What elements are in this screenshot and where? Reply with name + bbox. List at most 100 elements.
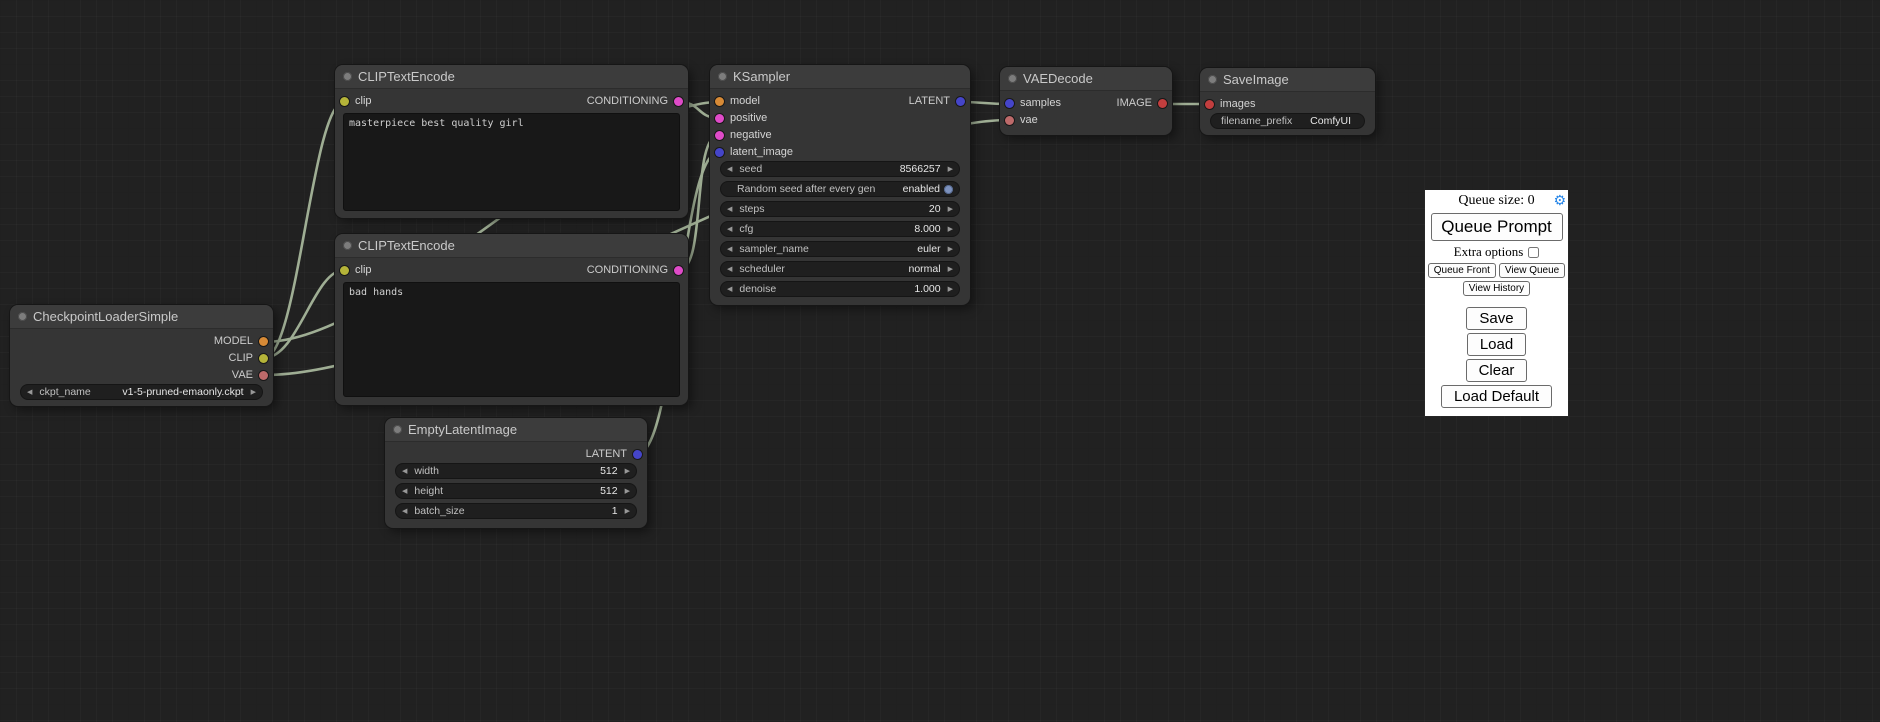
- collapse-dot-icon[interactable]: [718, 72, 727, 81]
- node-title-bar[interactable]: CLIPTextEncode: [335, 234, 688, 258]
- port-label: clip: [355, 262, 372, 279]
- view-queue-button[interactable]: View Queue: [1499, 263, 1565, 278]
- output-port-clip[interactable]: [259, 354, 268, 363]
- port-label: LATENT: [909, 93, 950, 110]
- widget-seed[interactable]: ◀ seed 8566257 ▶: [720, 161, 960, 177]
- output-port-vae[interactable]: [259, 371, 268, 380]
- graph-canvas[interactable]: CheckpointLoaderSimple MODEL CLIP VAE ◀ …: [0, 0, 1880, 722]
- node-vae-decode[interactable]: VAEDecode samples IMAGE vae: [1000, 67, 1172, 135]
- widget-height[interactable]: ◀ height 512 ▶: [395, 483, 637, 499]
- menu-panel: Queue size: 0 ⚙ Queue Prompt Extra optio…: [1425, 190, 1568, 416]
- widget-value: 1.000: [914, 283, 940, 295]
- input-port-samples[interactable]: [1005, 99, 1014, 108]
- widget-scheduler[interactable]: ◀ scheduler normal ▶: [720, 261, 960, 277]
- node-title: VAEDecode: [1023, 71, 1093, 86]
- node-clip-text-encode-negative[interactable]: CLIPTextEncode clip CONDITIONING bad han…: [335, 234, 688, 405]
- increment-arrow-icon[interactable]: ▶: [948, 245, 953, 253]
- input-port-clip[interactable]: [340, 97, 349, 106]
- widget-ckpt-name[interactable]: ◀ ckpt_name v1-5-pruned-emaonly.ckpt ▶: [20, 384, 263, 400]
- decrement-arrow-icon[interactable]: ◀: [27, 388, 32, 396]
- decrement-arrow-icon[interactable]: ◀: [727, 265, 732, 273]
- node-title-bar[interactable]: SaveImage: [1200, 68, 1375, 92]
- toggle-dot-icon[interactable]: [944, 185, 953, 194]
- node-clip-text-encode-positive[interactable]: CLIPTextEncode clip CONDITIONING masterp…: [335, 65, 688, 218]
- node-empty-latent-image[interactable]: EmptyLatentImage LATENT ◀ width 512 ▶ ◀ …: [385, 418, 647, 528]
- queue-front-button[interactable]: Queue Front: [1428, 263, 1496, 278]
- collapse-dot-icon[interactable]: [1008, 74, 1017, 83]
- input-port-positive[interactable]: [715, 114, 724, 123]
- prompt-textarea[interactable]: bad hands: [343, 282, 680, 397]
- increment-arrow-icon[interactable]: ▶: [948, 285, 953, 293]
- decrement-arrow-icon[interactable]: ◀: [727, 165, 732, 173]
- increment-arrow-icon[interactable]: ▶: [948, 265, 953, 273]
- output-port-conditioning[interactable]: [674, 97, 683, 106]
- collapse-dot-icon[interactable]: [1208, 75, 1217, 84]
- node-title-bar[interactable]: KSampler: [710, 65, 970, 89]
- increment-arrow-icon[interactable]: ▶: [948, 165, 953, 173]
- load-button[interactable]: Load: [1467, 333, 1526, 356]
- node-save-image[interactable]: SaveImage images filename_prefix ComfyUI: [1200, 68, 1375, 135]
- input-port-images[interactable]: [1205, 100, 1214, 109]
- collapse-dot-icon[interactable]: [343, 72, 352, 81]
- input-port-clip[interactable]: [340, 266, 349, 275]
- view-history-button[interactable]: View History: [1463, 281, 1530, 296]
- increment-arrow-icon[interactable]: ▶: [625, 487, 630, 495]
- output-port-model[interactable]: [259, 337, 268, 346]
- output-port-conditioning[interactable]: [674, 266, 683, 275]
- increment-arrow-icon[interactable]: ▶: [251, 388, 256, 396]
- output-port-latent[interactable]: [956, 97, 965, 106]
- node-title: EmptyLatentImage: [408, 422, 517, 437]
- node-ksampler[interactable]: KSampler model LATENT positive negative …: [710, 65, 970, 305]
- input-port-vae[interactable]: [1005, 116, 1014, 125]
- port-label: IMAGE: [1117, 95, 1152, 112]
- output-port-latent[interactable]: [633, 450, 642, 459]
- widget-sampler-name[interactable]: ◀ sampler_name euler ▶: [720, 241, 960, 257]
- node-checkpoint-loader-simple[interactable]: CheckpointLoaderSimple MODEL CLIP VAE ◀ …: [10, 305, 273, 406]
- input-port-model[interactable]: [715, 97, 724, 106]
- queue-size-label: Queue size: 0: [1458, 193, 1534, 208]
- node-title: SaveImage: [1223, 72, 1289, 87]
- load-default-button[interactable]: Load Default: [1441, 385, 1552, 408]
- output-port-image[interactable]: [1158, 99, 1167, 108]
- node-title-bar[interactable]: CheckpointLoaderSimple: [10, 305, 273, 329]
- decrement-arrow-icon[interactable]: ◀: [727, 285, 732, 293]
- save-button[interactable]: Save: [1466, 307, 1526, 330]
- widget-value: enabled: [903, 183, 940, 195]
- widget-filename-prefix[interactable]: filename_prefix ComfyUI: [1210, 113, 1365, 129]
- widget-label: height: [414, 485, 443, 497]
- extra-options-checkbox[interactable]: [1528, 247, 1539, 258]
- collapse-dot-icon[interactable]: [18, 312, 27, 321]
- node-title: CLIPTextEncode: [358, 69, 455, 84]
- decrement-arrow-icon[interactable]: ◀: [727, 205, 732, 213]
- decrement-arrow-icon[interactable]: ◀: [402, 487, 407, 495]
- collapse-dot-icon[interactable]: [393, 425, 402, 434]
- gear-icon[interactable]: ⚙: [1553, 192, 1566, 210]
- input-port-negative[interactable]: [715, 131, 724, 140]
- node-title-bar[interactable]: VAEDecode: [1000, 67, 1172, 91]
- widget-steps[interactable]: ◀ steps 20 ▶: [720, 201, 960, 217]
- input-port-latent-image[interactable]: [715, 148, 724, 157]
- node-title-bar[interactable]: EmptyLatentImage: [385, 418, 647, 442]
- increment-arrow-icon[interactable]: ▶: [948, 205, 953, 213]
- node-title-bar[interactable]: CLIPTextEncode: [335, 65, 688, 89]
- widget-batch-size[interactable]: ◀ batch_size 1 ▶: [395, 503, 637, 519]
- node-title: KSampler: [733, 69, 790, 84]
- port-label: MODEL: [214, 333, 253, 350]
- queue-prompt-button[interactable]: Queue Prompt: [1431, 213, 1563, 241]
- widget-width[interactable]: ◀ width 512 ▶: [395, 463, 637, 479]
- increment-arrow-icon[interactable]: ▶: [625, 507, 630, 515]
- increment-arrow-icon[interactable]: ▶: [948, 225, 953, 233]
- collapse-dot-icon[interactable]: [343, 241, 352, 250]
- decrement-arrow-icon[interactable]: ◀: [402, 467, 407, 475]
- widget-label: cfg: [739, 223, 753, 235]
- widget-cfg[interactable]: ◀ cfg 8.000 ▶: [720, 221, 960, 237]
- widget-denoise[interactable]: ◀ denoise 1.000 ▶: [720, 281, 960, 297]
- clear-button[interactable]: Clear: [1466, 359, 1528, 382]
- decrement-arrow-icon[interactable]: ◀: [727, 245, 732, 253]
- prompt-textarea[interactable]: masterpiece best quality girl: [343, 113, 680, 211]
- decrement-arrow-icon[interactable]: ◀: [727, 225, 732, 233]
- increment-arrow-icon[interactable]: ▶: [625, 467, 630, 475]
- decrement-arrow-icon[interactable]: ◀: [402, 507, 407, 515]
- widget-seed-control[interactable]: Random seed after every gen enabled: [720, 181, 960, 197]
- port-label: latent_image: [730, 144, 793, 161]
